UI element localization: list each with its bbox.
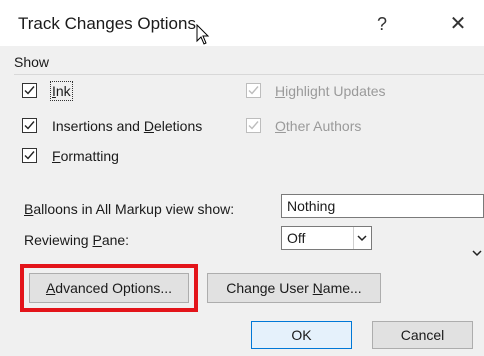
title-bar: Track Changes Options ? ✕ bbox=[0, 0, 484, 46]
change-user-name-button[interactable]: Change User Name... bbox=[207, 273, 381, 303]
dialog-title: Track Changes Options bbox=[18, 14, 196, 33]
show-group-label: Show bbox=[14, 54, 50, 70]
highlight-updates-label: Highlight Updates bbox=[275, 83, 386, 99]
close-button[interactable]: ✕ bbox=[444, 10, 472, 38]
insertions-deletions-checkbox[interactable] bbox=[22, 118, 37, 133]
checkmark-icon bbox=[24, 151, 35, 160]
formatting-checkbox[interactable] bbox=[22, 148, 37, 163]
balloons-label: Balloons in All Markup view show: bbox=[24, 201, 235, 217]
checkmark-icon bbox=[24, 121, 35, 130]
reviewing-pane-label: Reviewing Pane: bbox=[24, 232, 130, 248]
checkmark-icon bbox=[24, 86, 35, 95]
balloons-select[interactable]: Nothing bbox=[281, 194, 484, 218]
reviewing-pane-select[interactable]: Off bbox=[281, 226, 372, 250]
other-authors-checkbox bbox=[246, 118, 261, 133]
highlight-updates-checkbox bbox=[246, 83, 261, 98]
cancel-button[interactable]: Cancel bbox=[372, 321, 473, 349]
help-button[interactable]: ? bbox=[368, 10, 396, 38]
reviewing-pane-select-value: Off bbox=[287, 230, 306, 246]
dialog-body: Show Ink Highlight Updates Insertions an… bbox=[0, 46, 484, 356]
balloons-select-value: Nothing bbox=[287, 198, 336, 214]
checkmark-icon bbox=[248, 86, 259, 95]
ink-checkbox[interactable] bbox=[22, 83, 37, 98]
show-group-divider bbox=[14, 74, 484, 75]
chevron-down-icon bbox=[472, 250, 482, 257]
chevron-down-icon bbox=[353, 227, 367, 249]
checkmark-icon bbox=[248, 121, 259, 130]
insertions-deletions-label[interactable]: Insertions and Deletions bbox=[52, 118, 202, 134]
ink-label[interactable]: Ink bbox=[50, 81, 73, 101]
formatting-label[interactable]: Formatting bbox=[52, 148, 119, 164]
mouse-cursor-icon bbox=[196, 24, 210, 45]
other-authors-label: Other Authors bbox=[275, 118, 362, 134]
advanced-options-button[interactable]: Advanced Options... bbox=[29, 273, 189, 303]
ok-button[interactable]: OK bbox=[251, 321, 352, 349]
